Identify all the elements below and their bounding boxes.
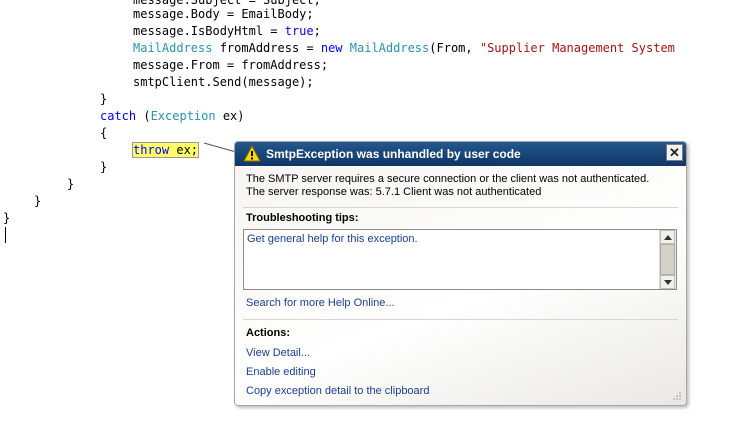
tip-link[interactable]: Get general help for this exception. [247, 233, 418, 245]
exception-title: SmtpException was unhandled by user code [266, 147, 521, 161]
actions-heading: Actions: [246, 327, 290, 339]
resize-grip-icon[interactable] [672, 391, 682, 401]
close-icon: ✕ [669, 145, 680, 160]
search-help-link[interactable]: Search for more Help Online... [246, 297, 395, 309]
tips-scrollbar[interactable] [659, 230, 676, 289]
exception-header: SmtpException was unhandled by user code… [235, 142, 686, 166]
view-detail-link[interactable]: View Detail... [246, 347, 310, 359]
scroll-up-button[interactable] [660, 230, 675, 244]
tips-heading: Troubleshooting tips: [246, 212, 359, 224]
arrow-down-icon [664, 280, 672, 285]
exception-assistant: SmtpException was unhandled by user code… [234, 141, 687, 406]
scroll-down-button[interactable] [660, 275, 675, 289]
warning-icon [243, 145, 261, 162]
exception-message: The SMTP server requires a secure connec… [246, 173, 650, 198]
tips-list[interactable]: Get general help for this exception. [243, 229, 677, 290]
enable-editing-link[interactable]: Enable editing [246, 366, 316, 378]
divider [243, 207, 678, 208]
close-button[interactable]: ✕ [666, 144, 683, 161]
scroll-thumb[interactable] [660, 244, 675, 275]
divider [243, 319, 678, 320]
copy-exception-link[interactable]: Copy exception detail to the clipboard [246, 385, 429, 397]
arrow-up-icon [664, 235, 672, 240]
